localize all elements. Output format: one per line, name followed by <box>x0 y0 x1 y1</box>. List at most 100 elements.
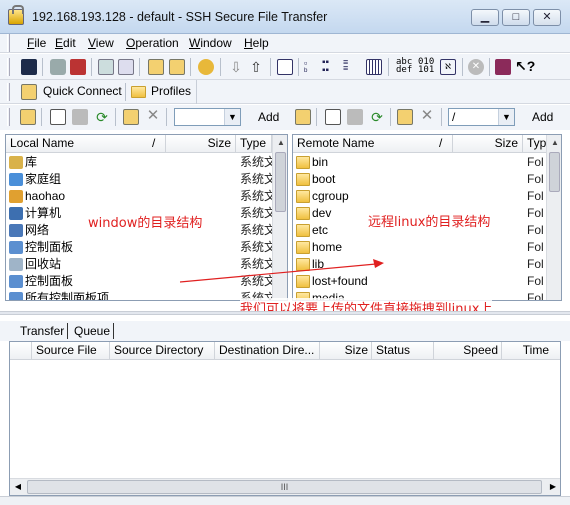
remote-new-folder-icon[interactable] <box>397 109 413 125</box>
col-local-type[interactable]: Type <box>236 135 272 153</box>
splitter[interactable] <box>0 311 570 315</box>
col-status[interactable]: Status <box>372 342 434 360</box>
new-file-transfer-icon[interactable] <box>169 59 185 75</box>
minimize-button[interactable]: ▁ <box>471 9 499 26</box>
col-local-size[interactable]: Size <box>166 135 236 153</box>
local-home-icon[interactable] <box>50 109 66 125</box>
view-icon[interactable] <box>277 59 293 75</box>
chevron-down-icon[interactable]: ▼ <box>224 109 240 125</box>
disconnect-icon[interactable] <box>70 59 86 75</box>
local-file-row[interactable]: haohao 系统文 <box>6 188 287 205</box>
local-file-type: 系统文 <box>240 223 272 237</box>
quick-connect-button[interactable]: Quick Connect <box>43 84 122 98</box>
stop-icon[interactable]: ✕ <box>468 59 484 75</box>
local-new-folder-icon[interactable] <box>123 109 139 125</box>
remote-file-row[interactable]: home Fol <box>293 239 561 256</box>
window-title: 192.168.193.128 - default - SSH Secure F… <box>32 10 328 24</box>
ascii-mode-icon[interactable]: abc def <box>396 58 412 75</box>
remote-scroll-thumb[interactable] <box>549 152 560 192</box>
menu-file[interactable]: File <box>27 36 46 50</box>
annotation-remote: 远程linux的目录结构 <box>368 215 491 230</box>
menu-window[interactable]: Window <box>189 36 232 50</box>
col-remote-type[interactable]: Typ <box>523 135 547 153</box>
new-terminal-icon[interactable] <box>148 59 164 75</box>
col-source-file[interactable]: Source File <box>32 342 110 360</box>
local-file-type: 系统文 <box>240 155 272 169</box>
remote-add-button[interactable]: Add <box>532 110 553 124</box>
remote-desktop-icon[interactable] <box>347 109 363 125</box>
col-remote-name[interactable]: Remote Name / <box>293 135 453 153</box>
col-destination-directory[interactable]: Destination Dire... <box>215 342 320 360</box>
remote-file-row[interactable]: bin Fol <box>293 154 561 171</box>
tab-transfer[interactable]: Transfer <box>17 323 69 339</box>
paste-icon[interactable] <box>118 59 134 75</box>
col-transfer-status-icon[interactable] <box>10 342 32 360</box>
local-file-name: 控制面板 <box>25 240 74 254</box>
local-add-button[interactable]: Add <box>258 110 279 124</box>
local-path-combo[interactable]: ▼ <box>174 108 241 126</box>
binary-mode-icon[interactable]: 010 101 <box>418 58 434 75</box>
menu-view[interactable]: View <box>88 36 114 50</box>
whats-this-help-icon[interactable]: ↖? <box>515 58 535 74</box>
menu-help[interactable]: Help <box>244 36 269 50</box>
print-icon[interactable] <box>50 59 66 75</box>
library-icon <box>9 156 23 169</box>
help-book-icon[interactable] <box>495 59 511 75</box>
remote-file-type: Fol <box>527 223 544 237</box>
download-arrow-icon[interactable]: ⇩ <box>228 59 244 75</box>
settings-gear-icon[interactable] <box>198 59 214 75</box>
col-speed[interactable]: Speed <box>434 342 502 360</box>
menu-grip[interactable] <box>7 34 10 52</box>
col-remote-size[interactable]: Size <box>453 135 523 153</box>
scroll-up-arrow-icon[interactable]: ▲ <box>547 135 561 151</box>
upload-arrow-icon[interactable]: ⇧ <box>248 59 264 75</box>
remote-up-folder-icon[interactable] <box>295 109 311 125</box>
local-delete-icon[interactable]: ✕ <box>145 108 161 124</box>
menu-operation[interactable]: Operation <box>126 36 179 50</box>
copy-icon[interactable] <box>98 59 114 75</box>
local-up-folder-icon[interactable] <box>20 109 36 125</box>
maximize-button[interactable]: □ <box>502 9 530 26</box>
close-button[interactable]: ✕ <box>533 9 561 26</box>
local-scroll-thumb[interactable] <box>275 152 286 212</box>
local-file-row[interactable]: 库 系统文 <box>6 154 287 171</box>
scroll-left-arrow-icon[interactable]: ◀ <box>10 479 26 495</box>
remote-file-row[interactable]: cgroup Fol <box>293 188 561 205</box>
list-view-icon[interactable]: ≡ ≡ <box>343 58 359 75</box>
transfer-horizontal-scrollbar[interactable]: ◀ III ▶ <box>10 478 560 495</box>
local-file-row[interactable]: 家庭组 系统文 <box>6 171 287 188</box>
control-panel-icon <box>9 241 23 254</box>
menu-edit[interactable]: Edit <box>55 36 76 50</box>
local-file-name: 控制面板 <box>25 274 74 288</box>
profiles-button[interactable]: Profiles <box>151 84 191 98</box>
transfer-list[interactable]: Source File Source Directory Destination… <box>9 341 561 496</box>
local-file-row[interactable]: 控制面板 系统文 <box>6 239 287 256</box>
large-icons-icon[interactable]: ▫ ᵇ <box>304 59 320 76</box>
title-bar[interactable]: 192.168.193.128 - default - SSH Secure F… <box>0 0 570 34</box>
col-size[interactable]: Size <box>320 342 372 360</box>
local-refresh-icon[interactable]: ⟳ <box>94 109 110 125</box>
local-desktop-icon[interactable] <box>72 109 88 125</box>
col-local-name[interactable]: Local Name / <box>6 135 166 153</box>
remote-vertical-scrollbar[interactable]: ▲ <box>546 135 561 300</box>
auto-mode-icon[interactable]: ℵ <box>440 59 456 75</box>
folder-icon <box>296 241 310 254</box>
col-time[interactable]: Time <box>502 342 560 360</box>
scroll-up-arrow-icon[interactable]: ▲ <box>273 135 287 151</box>
remote-home-icon[interactable] <box>325 109 341 125</box>
transfer-scroll-thumb[interactable]: III <box>27 480 542 494</box>
small-icons-icon[interactable]: ▪▪ ▪▪ <box>322 58 338 76</box>
scroll-right-arrow-icon[interactable]: ▶ <box>545 479 560 495</box>
tab-queue[interactable]: Queue <box>71 323 115 339</box>
remote-path-combo[interactable]: / ▼ <box>448 108 515 126</box>
details-view-icon[interactable] <box>366 59 382 75</box>
remote-refresh-icon[interactable]: ⟳ <box>369 109 385 125</box>
chevron-down-icon[interactable]: ▼ <box>498 109 514 125</box>
local-file-name: 网络 <box>25 223 50 237</box>
remote-file-row[interactable]: boot Fol <box>293 171 561 188</box>
save-icon[interactable] <box>21 59 37 75</box>
col-source-directory[interactable]: Source Directory <box>110 342 215 360</box>
remote-delete-icon[interactable]: ✕ <box>419 108 435 124</box>
annotation-local: window的目录结构 <box>88 216 203 231</box>
remote-file-name: etc <box>312 223 329 237</box>
